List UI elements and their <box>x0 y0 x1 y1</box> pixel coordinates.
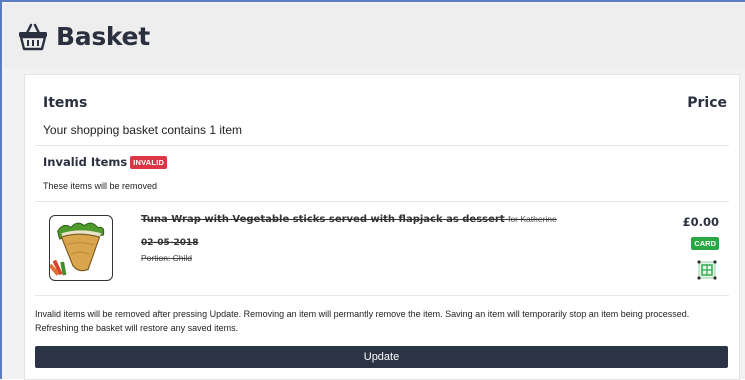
item-name: Tuna Wrap with Vegetable sticks served w… <box>141 214 557 225</box>
save-item-icon[interactable] <box>696 259 718 281</box>
page-title: Basket <box>56 21 150 51</box>
price-title: Price <box>687 95 727 111</box>
basket-footer-note: Invalid items will be removed after pres… <box>35 309 690 333</box>
item-date: 02-05-2018 <box>141 238 199 248</box>
invalid-items-title: Invalid Items <box>43 155 128 169</box>
divider <box>35 145 729 146</box>
page-frame: Basket Items Price Your shopping basket … <box>0 0 745 380</box>
tuna-wrap-image <box>49 215 113 281</box>
divider <box>35 295 729 296</box>
items-title: Items <box>43 95 88 111</box>
divider <box>35 201 729 202</box>
basket-summary: Your shopping basket contains 1 item <box>43 123 243 137</box>
invalid-badge: INVALID <box>130 155 168 169</box>
item-recipient: for Katherine <box>508 214 557 224</box>
payment-badge: CARD <box>691 237 719 250</box>
items-header-row: Items Price <box>43 95 727 111</box>
tuna-wrap-illustration <box>50 222 105 276</box>
invalid-items-note: These items will be removed <box>43 181 158 191</box>
update-button[interactable]: Update <box>35 346 728 368</box>
invalid-items-heading: Invalid Items INVALID <box>43 155 168 169</box>
item-price: £0.00 <box>682 215 719 229</box>
basket-panel: Items Price Your shopping basket contain… <box>24 74 740 380</box>
item-title: Tuna Wrap with Vegetable sticks served w… <box>141 214 505 225</box>
basket-icon <box>19 23 47 51</box>
page-header: Basket <box>4 4 745 68</box>
item-portion: Portion: Child <box>141 253 193 263</box>
